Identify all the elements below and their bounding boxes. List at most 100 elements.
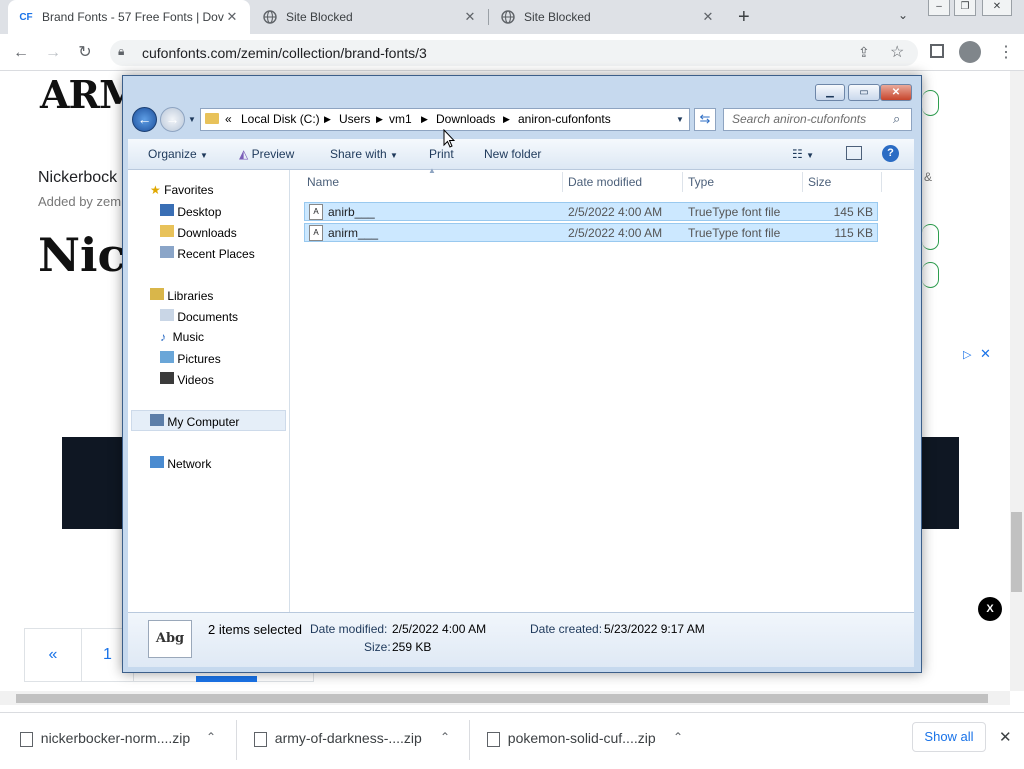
column-header-type[interactable]: Type — [688, 170, 714, 194]
url-text[interactable]: cufonfonts.com/zemin/collection/brand-fo… — [142, 45, 427, 61]
close-tab-icon[interactable]: ✕ — [224, 9, 240, 25]
recent-pages-chevron-icon[interactable]: ▼ — [188, 115, 196, 124]
zip-file-icon — [254, 731, 267, 747]
explorer-close-button[interactable]: ✕ — [880, 84, 912, 101]
breadcrumb-arrow-icon[interactable]: ▶ — [503, 114, 510, 125]
breadcrumb-arrow-icon[interactable]: ▶ — [324, 114, 331, 125]
lock-icon[interactable]: 🔒︎ — [118, 44, 124, 59]
close-tab-icon[interactable]: ✕ — [700, 9, 716, 25]
nav-pictures[interactable]: Pictures — [160, 351, 221, 366]
help-icon[interactable]: ? — [882, 145, 899, 162]
close-browser-icon[interactable]: ✕ — [982, 0, 1012, 16]
forward-icon[interactable]: → — [42, 42, 64, 64]
nav-network[interactable]: Network — [150, 456, 211, 471]
explorer-back-icon[interactable]: ← — [132, 107, 157, 132]
font-title-nickerbocker[interactable]: Nickerbock — [38, 169, 117, 187]
explorer-minimize-button[interactable]: ▁ — [815, 84, 845, 101]
nav-videos[interactable]: Videos — [160, 372, 214, 387]
print-button[interactable]: Print — [429, 147, 454, 161]
explorer-maximize-button[interactable]: ▭ — [848, 84, 880, 101]
share-with-button[interactable]: Share with ▼ — [330, 147, 398, 161]
nav-downloads[interactable]: Downloads — [160, 225, 237, 240]
column-divider[interactable] — [881, 172, 882, 192]
nav-libraries[interactable]: Libraries — [150, 288, 213, 303]
view-options-icon[interactable]: ☷ ▼ — [792, 147, 814, 161]
download-button-edge[interactable] — [922, 224, 939, 250]
page-scroll-thumb[interactable] — [1011, 512, 1022, 592]
ad-close-button[interactable]: X — [978, 597, 1002, 621]
tab-search-chevron-icon[interactable]: ⌄ — [898, 8, 908, 22]
download-button-edge[interactable] — [922, 262, 939, 288]
page-hscroll-thumb[interactable] — [16, 694, 988, 703]
back-icon[interactable]: ← — [10, 42, 32, 64]
tab-title: Brand Fonts - 57 Free Fonts | Dov — [42, 10, 224, 24]
profile-avatar[interactable] — [959, 41, 981, 63]
download-item-army-of-darkness[interactable]: army-of-darkness-....zip — [254, 730, 422, 747]
search-icon[interactable]: ⌕ — [893, 111, 900, 127]
refresh-icon[interactable]: ⇆ — [694, 108, 716, 131]
column-divider[interactable] — [682, 172, 683, 192]
download-options-chevron-icon[interactable]: ⌃ — [206, 730, 216, 744]
address-history-chevron-icon[interactable]: ▼ — [676, 115, 684, 124]
breadcrumb-vm1[interactable]: vm1 — [389, 112, 412, 126]
close-tab-icon[interactable]: ✕ — [462, 9, 478, 25]
file-row-anirb[interactable]: A anirb___ 2/5/2022 4:00 AM TrueType fon… — [304, 202, 878, 221]
bookmark-star-icon[interactable]: ☆ — [890, 42, 904, 62]
nav-documents[interactable]: Documents — [160, 309, 238, 324]
explorer-search-input[interactable]: Search aniron-cufonfonts — [723, 108, 912, 131]
download-item-pokemon-solid[interactable]: pokemon-solid-cuf....zip — [487, 730, 656, 747]
restore-browser-icon[interactable]: ❐ — [954, 0, 976, 16]
breadcrumb-local-disk[interactable]: Local Disk (C:) — [241, 112, 320, 126]
tab-brand-fonts[interactable]: CF Brand Fonts - 57 Free Fonts | Dov ✕ — [8, 0, 250, 34]
explorer-forward-icon[interactable]: → — [160, 107, 185, 132]
nav-my-computer[interactable]: My Computer — [150, 414, 239, 429]
breadcrumb-current-folder[interactable]: aniron-cufonfonts — [518, 112, 611, 126]
breadcrumb-arrow-icon[interactable]: ▶ — [376, 114, 383, 125]
adchoices-icon[interactable]: ▷ — [963, 348, 971, 361]
recent-places-icon — [160, 246, 174, 258]
tab-site-blocked-1[interactable]: Site Blocked ✕ — [252, 0, 488, 34]
breadcrumb-overflow[interactable]: « — [225, 112, 232, 126]
preview-button[interactable]: ◭ Preview — [239, 147, 294, 161]
reload-icon[interactable]: ↻ — [74, 42, 96, 64]
column-divider[interactable] — [802, 172, 803, 192]
page-vertical-scrollbar[interactable] — [1010, 71, 1024, 691]
breadcrumb-users[interactable]: Users — [339, 112, 370, 126]
folder-icon — [205, 113, 219, 124]
nav-desktop[interactable]: Desktop — [160, 204, 221, 219]
zip-file-icon — [20, 731, 33, 747]
column-header-name[interactable]: Name — [307, 170, 339, 194]
dropdown-arrow-icon: ▼ — [390, 151, 398, 160]
organize-button[interactable]: Organize ▼ — [148, 147, 208, 161]
nav-recent-places[interactable]: Recent Places — [160, 246, 255, 261]
ad-close-icon[interactable]: ✕ — [980, 346, 991, 362]
font-file-icon: A — [309, 204, 323, 220]
videos-icon — [160, 372, 174, 384]
breadcrumb-downloads[interactable]: Downloads — [436, 112, 495, 126]
breadcrumb-arrow-icon[interactable]: ▶ — [421, 114, 428, 125]
share-icon[interactable]: ⇪ — [858, 44, 870, 61]
preview-pane-icon[interactable] — [846, 146, 862, 160]
show-all-downloads-button[interactable]: Show all — [912, 722, 986, 752]
minimize-browser-icon[interactable]: – — [928, 0, 950, 16]
tab-site-blocked-2[interactable]: Site Blocked ✕ — [490, 0, 726, 34]
column-divider[interactable] — [562, 172, 563, 192]
column-header-size[interactable]: Size — [808, 170, 831, 194]
file-row-anirm[interactable]: A anirm___ 2/5/2022 4:00 AM TrueType fon… — [304, 223, 878, 242]
download-options-chevron-icon[interactable]: ⌃ — [440, 730, 450, 744]
side-panel-icon[interactable] — [930, 44, 944, 58]
pagination-prev[interactable]: « — [24, 628, 82, 682]
dropdown-arrow-icon: ▼ — [200, 151, 208, 160]
close-download-bar-icon[interactable]: ✕ — [999, 728, 1012, 746]
font-file-icon: A — [309, 225, 323, 241]
menu-kebab-icon[interactable]: ⋮ — [998, 42, 1014, 62]
column-header-date-modified[interactable]: Date modified — [568, 170, 642, 194]
new-tab-icon[interactable]: + — [738, 6, 750, 29]
nav-music[interactable]: ♪ Music — [160, 330, 204, 344]
download-button-edge[interactable] — [922, 90, 939, 116]
new-folder-button[interactable]: New folder — [484, 147, 541, 161]
download-options-chevron-icon[interactable]: ⌃ — [673, 730, 683, 744]
nav-favorites[interactable]: ★ Favorites — [150, 183, 213, 197]
download-item-nickerbocker[interactable]: nickerbocker-norm....zip — [20, 730, 190, 747]
nav-desktop-label: Desktop — [177, 205, 222, 219]
